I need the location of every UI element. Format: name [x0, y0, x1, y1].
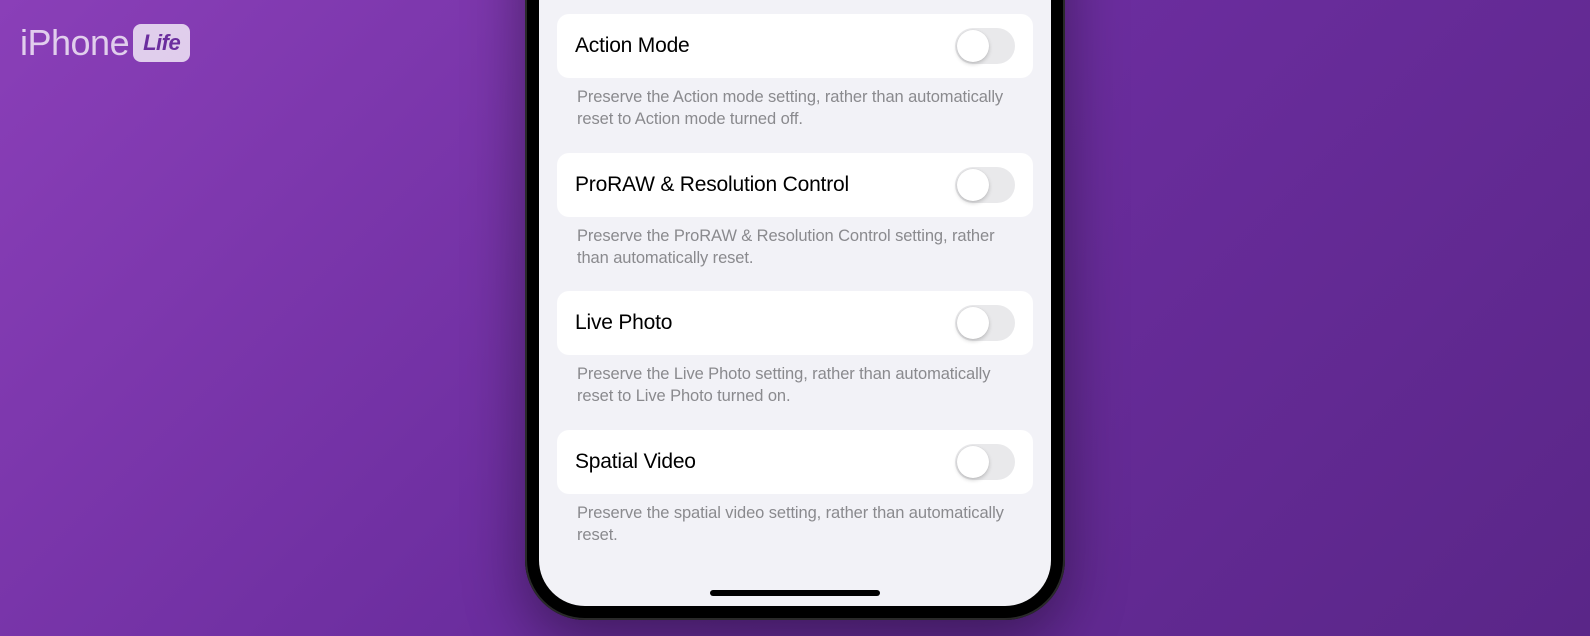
toggle-knob — [957, 446, 989, 478]
setting-footer: Preserve the Live Photo setting, rather … — [557, 355, 1033, 430]
setting-footer: Preserve the ProRAW & Resolution Control… — [557, 217, 1033, 292]
home-indicator[interactable] — [710, 590, 880, 596]
setting-footer: Preserve the spatial video setting, rath… — [557, 494, 1033, 569]
toggle-spatial-video[interactable] — [955, 444, 1015, 480]
settings-list: Action Mode Preserve the Action mode set… — [539, 0, 1051, 606]
toggle-knob — [957, 307, 989, 339]
setting-row-live-photo[interactable]: Live Photo — [557, 291, 1033, 355]
toggle-live-photo[interactable] — [955, 305, 1015, 341]
setting-row-spatial-video[interactable]: Spatial Video — [557, 430, 1033, 494]
setting-row-action-mode[interactable]: Action Mode — [557, 14, 1033, 78]
setting-label: Spatial Video — [575, 450, 696, 474]
setting-label: Live Photo — [575, 311, 672, 335]
phone-frame: Action Mode Preserve the Action mode set… — [525, 0, 1065, 620]
phone-screen: Action Mode Preserve the Action mode set… — [539, 0, 1051, 606]
watermark-logo: iPhone Life — [20, 22, 190, 64]
watermark-badge: Life — [133, 24, 190, 62]
toggle-proraw[interactable] — [955, 167, 1015, 203]
setting-row-proraw[interactable]: ProRAW & Resolution Control — [557, 153, 1033, 217]
watermark-prefix: iPhone — [20, 22, 129, 64]
setting-label: ProRAW & Resolution Control — [575, 173, 849, 197]
toggle-knob — [957, 169, 989, 201]
setting-footer: Preserve the Action mode setting, rather… — [557, 78, 1033, 153]
setting-label: Action Mode — [575, 34, 690, 58]
toggle-action-mode[interactable] — [955, 28, 1015, 64]
toggle-knob — [957, 30, 989, 62]
